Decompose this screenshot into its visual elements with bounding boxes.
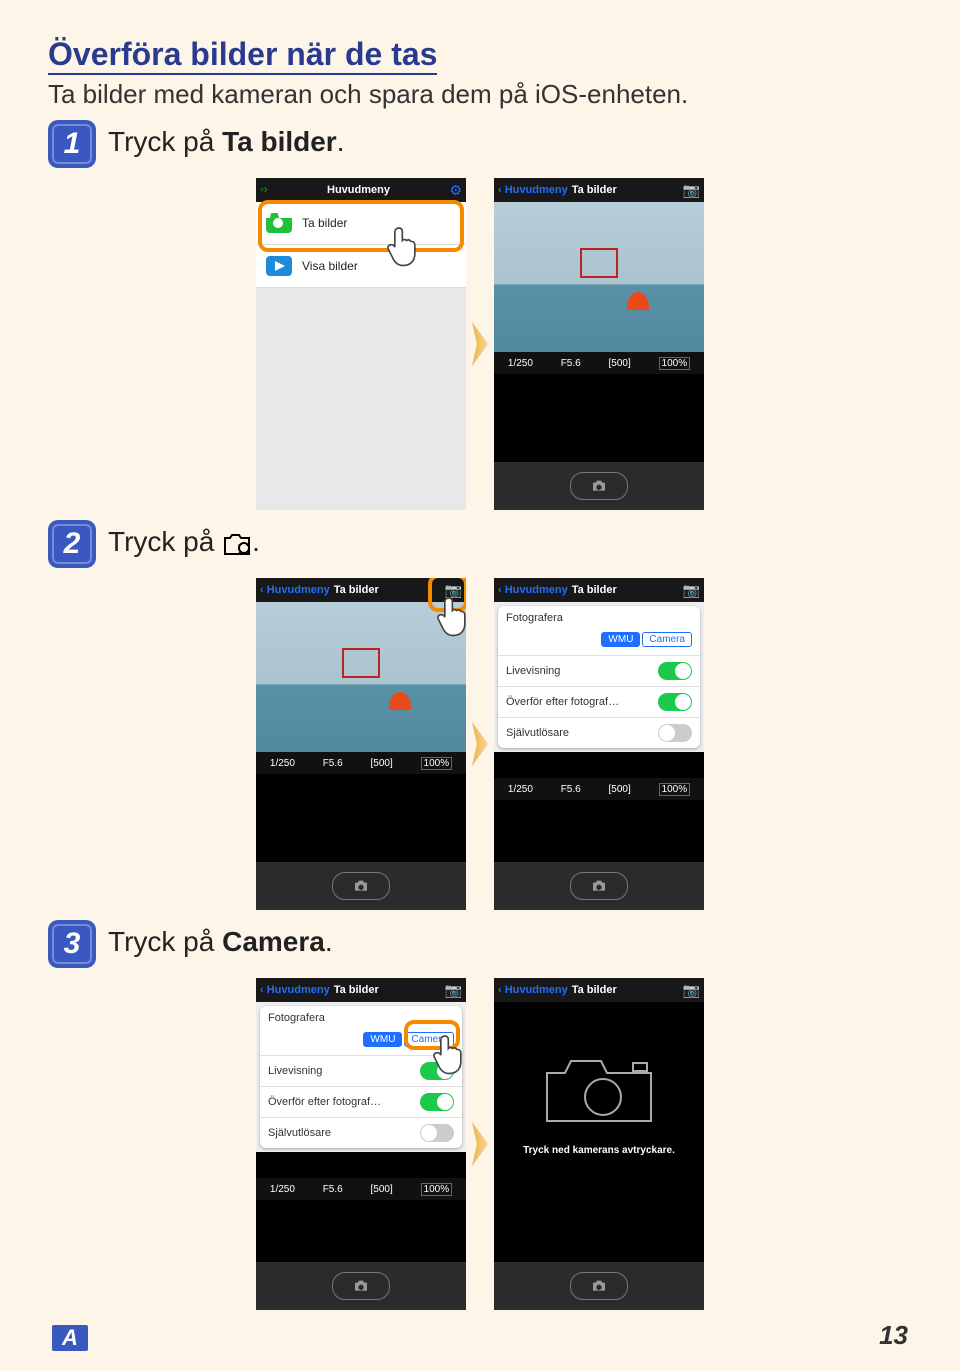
menu-title: Huvudmeny (272, 184, 446, 196)
seg-wmu[interactable]: WMU (601, 632, 640, 647)
shutter-button[interactable] (570, 472, 628, 500)
screenshot-1a: ◦› Huvudmeny ⚙ Ta bilder Visa bilder (256, 178, 466, 510)
toggle-after[interactable] (658, 693, 692, 711)
capture-title: Ta bilder (572, 584, 679, 596)
toggle-live-label: Livevisning (506, 665, 560, 677)
outline-hint: Tryck ned kamerans avtryckare. (523, 1145, 675, 1156)
step-3-badge: 3 (48, 920, 96, 968)
step-1-badge: 1 (48, 120, 96, 168)
wifi-icon: ◦› (260, 184, 268, 196)
settings-header: Fotografera (498, 606, 700, 630)
exif-row: 1/250 F5.6 [500] 100% (494, 778, 704, 800)
step-2-badge: 2 (48, 520, 96, 568)
arrow-icon (472, 722, 488, 766)
capture-title: Ta bilder (334, 584, 441, 596)
highlight-ta-bilder (258, 200, 464, 252)
screenshot-2b: ‹ Huvudmeny Ta bilder 📷 Fotografera WMU … (494, 578, 704, 910)
exif-row: 1/250 F5.6 [500] 100% (256, 752, 466, 774)
shutter-button[interactable] (570, 1272, 628, 1300)
toggle-live[interactable] (658, 662, 692, 680)
camera-outline: Tryck ned kamerans avtryckare. (494, 1002, 704, 1202)
camera-gear-icon[interactable]: 📷 (683, 982, 700, 999)
seg-camera[interactable]: Camera (642, 632, 692, 647)
toggle-after[interactable] (420, 1093, 454, 1111)
footer-section-badge: A (52, 1325, 88, 1351)
section-heading: Överföra bilder när de tas (48, 36, 437, 75)
capture-title: Ta bilder (572, 184, 679, 196)
camera-gear-icon[interactable]: 📷 (683, 182, 700, 199)
back-button[interactable]: ‹ Huvudmeny (498, 984, 568, 996)
intro-text: Ta bilder med kameran och spara dem på i… (48, 79, 912, 110)
tap-hand-icon (434, 594, 466, 642)
shutter-button[interactable] (332, 872, 390, 900)
tap-hand-icon (430, 1032, 466, 1080)
back-button[interactable]: ‹ Huvudmeny (260, 984, 330, 996)
screenshot-2a: ‹ Huvudmeny Ta bilder 📷 1/250 F5.6 [500]… (256, 578, 466, 910)
screenshot-3b: ‹ Huvudmeny Ta bilder 📷 Tryck ned kamera… (494, 978, 704, 1310)
camera-gear-icon[interactable]: 📷 (683, 582, 700, 599)
play-icon (266, 256, 292, 276)
toggle-after-label: Överför efter fotograf… (506, 696, 619, 708)
screenshot-1b: ‹ Huvudmeny Ta bilder 📷 1/250 F5.6 [500]… (494, 178, 704, 510)
capture-title: Ta bilder (572, 984, 679, 996)
exif-row: 1/250 F5.6 [500] 100% (494, 352, 704, 374)
back-button[interactable]: ‹ Huvudmeny (260, 584, 330, 596)
gear-icon[interactable]: ⚙ (449, 182, 462, 199)
screenshot-3a: ‹ Huvudmeny Ta bilder 📷 Fotografera WMU … (256, 978, 466, 1310)
seg-wmu[interactable]: WMU (363, 1032, 402, 1047)
tap-hand-icon (384, 224, 424, 272)
toggle-live-label: Livevisning (268, 1065, 322, 1077)
toggle-timer[interactable] (420, 1124, 454, 1142)
step-3-text: Tryck på Camera. (108, 920, 333, 958)
capture-title: Ta bilder (334, 984, 441, 996)
back-button[interactable]: ‹ Huvudmeny (498, 184, 568, 196)
viewfinder (494, 202, 704, 352)
toggle-after-label: Överför efter fotograf… (268, 1096, 381, 1108)
subject (627, 292, 649, 322)
toggle-timer-label: Självutlösare (506, 727, 569, 739)
menu-item-label: Visa bilder (302, 259, 358, 273)
arrow-icon (472, 322, 488, 366)
step-1-text: Tryck på Ta bilder. (108, 120, 345, 158)
step-2-text: Tryck på . (108, 520, 260, 558)
toggle-timer-label: Självutlösare (268, 1127, 331, 1139)
shutter-button[interactable] (332, 1272, 390, 1300)
back-button[interactable]: ‹ Huvudmeny (498, 584, 568, 596)
shutter-button[interactable] (570, 872, 628, 900)
focus-rect (580, 248, 618, 278)
camera-gear-icon[interactable]: 📷 (445, 982, 462, 999)
page-number: 13 (879, 1320, 908, 1351)
exif-row: 1/250 F5.6 [500] 100% (256, 1178, 466, 1200)
arrow-icon (472, 1122, 488, 1166)
camera-gear-icon-inline (222, 531, 252, 557)
toggle-timer[interactable] (658, 724, 692, 742)
segment-control[interactable]: WMU Camera (498, 630, 700, 655)
